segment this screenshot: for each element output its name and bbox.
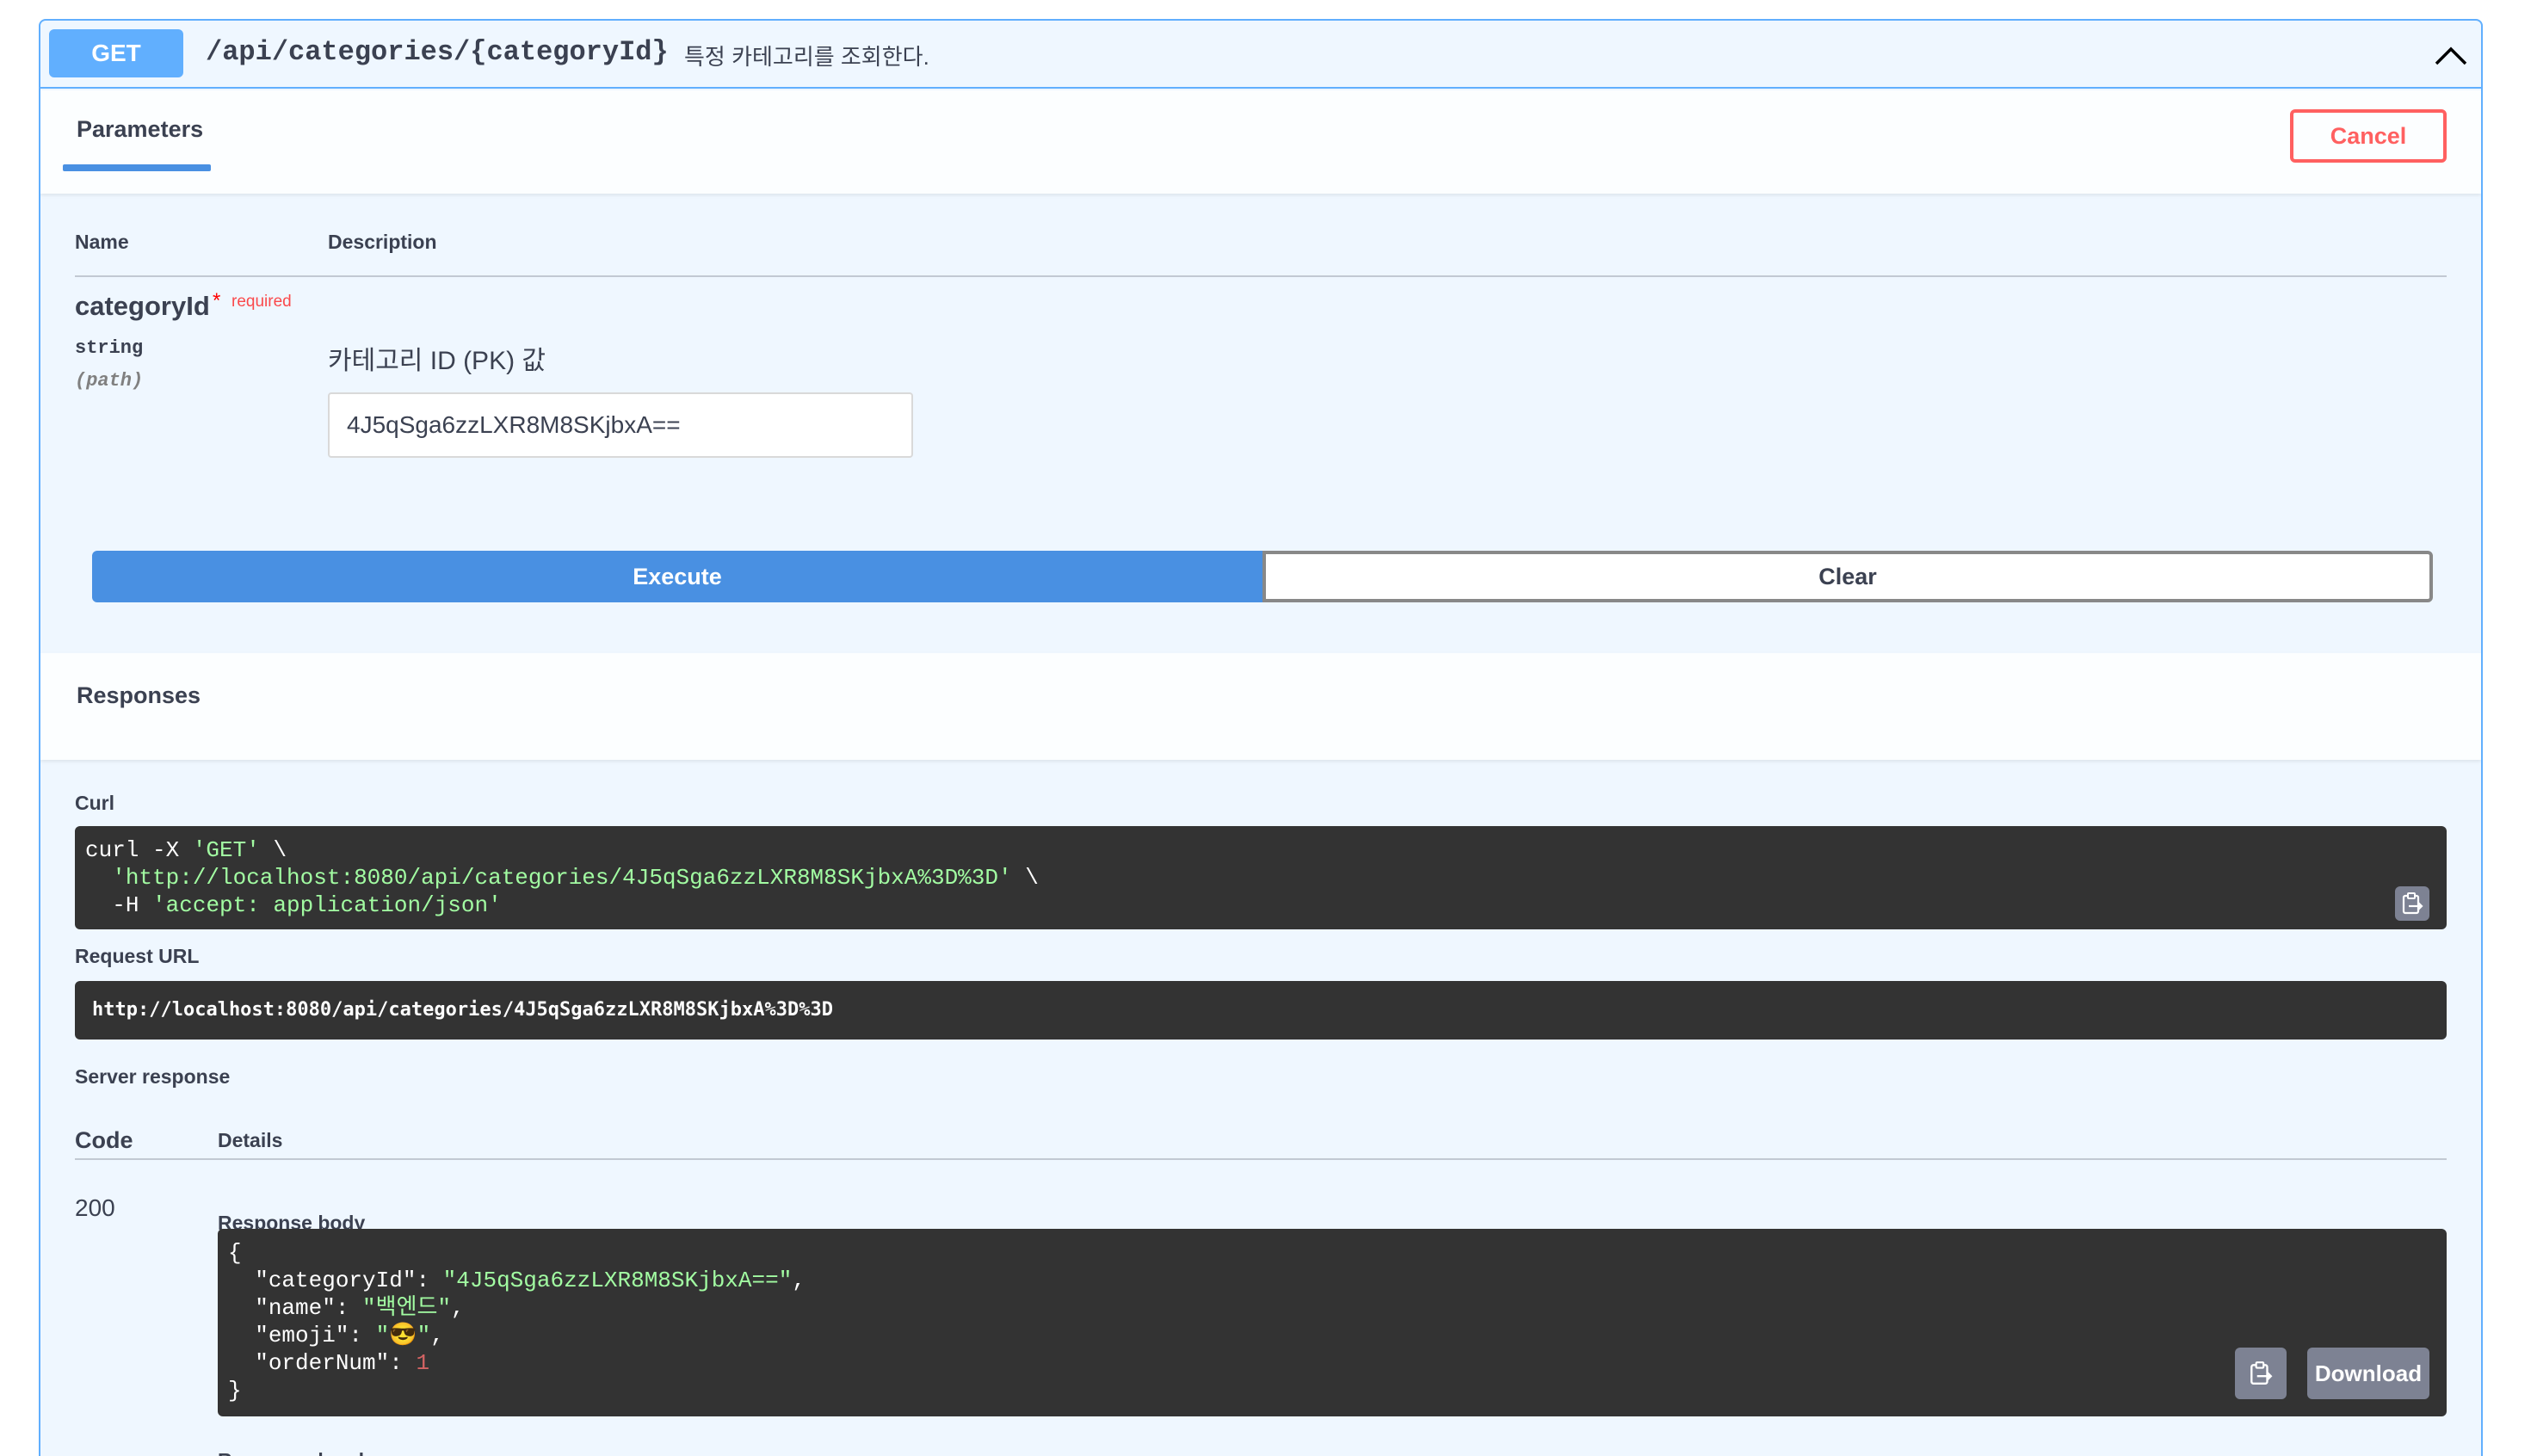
server-response-label: Server response bbox=[75, 1065, 231, 1088]
clipboard-icon bbox=[2402, 892, 2423, 915]
response-headers-label: Response headers bbox=[218, 1449, 394, 1456]
curl-code-block: curl -X 'GET' \ 'http://localhost:8080/a… bbox=[75, 826, 2447, 929]
cancel-button[interactable]: Cancel bbox=[2290, 109, 2447, 163]
http-method-badge: GET bbox=[49, 29, 183, 77]
copy-response-button[interactable] bbox=[2235, 1348, 2287, 1399]
clear-button[interactable]: Clear bbox=[1262, 551, 2433, 602]
required-star: * bbox=[213, 289, 221, 312]
responses-header: Responses bbox=[40, 653, 2481, 760]
parameters-header: Parameters Cancel bbox=[40, 90, 2481, 194]
operation-description: 특정 카테고리를 조회한다. bbox=[684, 44, 929, 70]
responses-title: Responses bbox=[77, 682, 201, 708]
copy-curl-button[interactable] bbox=[2395, 886, 2429, 921]
curl-line-2: 'http://localhost:8080/api/categories/4J… bbox=[112, 865, 1039, 891]
tab-parameters[interactable]: Parameters bbox=[77, 116, 203, 143]
curl-line-1: curl -X 'GET' \ bbox=[85, 837, 287, 863]
tab-active-indicator bbox=[63, 164, 211, 171]
category-id-input[interactable] bbox=[328, 392, 913, 458]
curl-label: Curl bbox=[75, 792, 114, 814]
response-table-divider bbox=[75, 1158, 2447, 1160]
table-divider bbox=[75, 275, 2447, 277]
column-header-details: Details bbox=[218, 1129, 283, 1151]
param-location: (path) bbox=[75, 370, 144, 392]
operation-path: /api/categories/{categoryId} bbox=[206, 36, 669, 68]
execute-button[interactable]: Execute bbox=[92, 551, 1262, 602]
response-status-code: 200 bbox=[75, 1194, 115, 1221]
download-button[interactable]: Download bbox=[2307, 1348, 2429, 1399]
column-header-code: Code bbox=[75, 1127, 133, 1153]
request-url-label: Request URL bbox=[75, 945, 200, 967]
column-header-name: Name bbox=[75, 231, 129, 253]
clipboard-icon bbox=[2250, 1361, 2273, 1385]
column-header-description: Description bbox=[328, 231, 437, 253]
chevron-up-icon[interactable] bbox=[2429, 38, 2472, 72]
response-body-block: { "categoryId": "4J5qSga6zzLXR8M8SKjbxA=… bbox=[218, 1229, 2447, 1416]
operation-summary[interactable]: GET /api/categories/{categoryId} 특정 카테고리… bbox=[40, 21, 2481, 89]
request-url-block: http://localhost:8080/api/categories/4J5… bbox=[75, 981, 2447, 1040]
param-name: categoryId bbox=[75, 291, 210, 321]
param-description: 카테고리 ID (PK) 값 bbox=[328, 347, 546, 375]
required-label: required bbox=[231, 293, 292, 311]
curl-line-3: -H 'accept: application/json' bbox=[112, 892, 502, 918]
param-type: string bbox=[75, 337, 144, 359]
operation-block-get-category: GET /api/categories/{categoryId} 특정 카테고리… bbox=[39, 19, 2483, 1456]
